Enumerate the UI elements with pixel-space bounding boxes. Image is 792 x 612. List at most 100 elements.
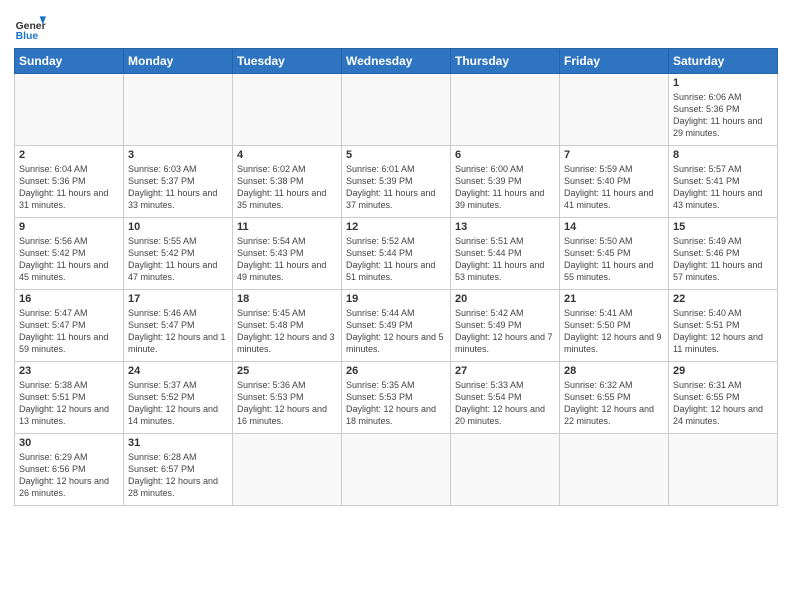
weekday-header-tuesday: Tuesday <box>233 49 342 74</box>
cell-date-number: 26 <box>346 365 446 377</box>
logo: General Blue <box>14 10 46 42</box>
cell-date-number: 18 <box>237 293 337 305</box>
calendar-cell <box>233 74 342 146</box>
calendar-cell: 15 Sunrise: 5:49 AM Sunset: 5:46 PM Dayli… <box>669 218 778 290</box>
cell-date-number: 15 <box>673 221 773 233</box>
cell-sun-info: Sunrise: 6:29 AM Sunset: 6:56 PM Dayligh… <box>19 451 119 500</box>
cell-date-number: 25 <box>237 365 337 377</box>
cell-sun-info: Sunrise: 5:45 AM Sunset: 5:48 PM Dayligh… <box>237 307 337 356</box>
calendar-cell: 23Sunrise: 5:38 AM Sunset: 5:51 PM Dayli… <box>15 362 124 434</box>
weekday-header-thursday: Thursday <box>451 49 560 74</box>
calendar-cell <box>560 434 669 506</box>
cell-date-number: 12 <box>346 221 446 233</box>
calendar-cell <box>560 74 669 146</box>
cell-sun-info: Sunrise: 6:01 AM Sunset: 5:39 PM Dayligh… <box>346 163 446 212</box>
calendar-cell: 16 Sunrise: 5:47 AM Sunset: 5:47 PM Dayli… <box>15 290 124 362</box>
cell-sun-info: Sunrise: 5:37 AM Sunset: 5:52 PM Dayligh… <box>128 379 228 428</box>
calendar-cell: 20Sunrise: 5:42 AM Sunset: 5:49 PM Dayli… <box>451 290 560 362</box>
cell-date-number: 17 <box>128 293 228 305</box>
cell-sun-info: Sunrise: 5:35 AM Sunset: 5:53 PM Dayligh… <box>346 379 446 428</box>
calendar-cell: 17 Sunrise: 5:46 AM Sunset: 5:47 PM Dayli… <box>124 290 233 362</box>
cell-date-number: 22 <box>673 293 773 305</box>
cell-date-number: 9 <box>19 221 119 233</box>
calendar-cell <box>669 434 778 506</box>
weekday-header-wednesday: Wednesday <box>342 49 451 74</box>
svg-text:Blue: Blue <box>16 31 39 42</box>
cell-sun-info: Sunrise: 5:33 AM Sunset: 5:54 PM Dayligh… <box>455 379 555 428</box>
calendar-cell: 11 Sunrise: 5:54 AM Sunset: 5:43 PM Dayli… <box>233 218 342 290</box>
cell-date-number: 1 <box>673 77 773 89</box>
calendar-cell: 4 Sunrise: 6:02 AM Sunset: 5:38 PM Daylig… <box>233 146 342 218</box>
cell-sun-info: Sunrise: 5:51 AM Sunset: 5:44 PM Dayligh… <box>455 235 555 284</box>
calendar-cell: 6 Sunrise: 6:00 AM Sunset: 5:39 PM Daylig… <box>451 146 560 218</box>
cell-sun-info: Sunrise: 5:40 AM Sunset: 5:51 PM Dayligh… <box>673 307 773 356</box>
calendar-cell: 28 Sunrise: 6:32 AM Sunset: 6:55 PM Dayli… <box>560 362 669 434</box>
cell-sun-info: Sunrise: 6:32 AM Sunset: 6:55 PM Dayligh… <box>564 379 664 428</box>
cell-sun-info: Sunrise: 5:56 AM Sunset: 5:42 PM Dayligh… <box>19 235 119 284</box>
cell-sun-info: Sunrise: 6:31 AM Sunset: 6:55 PM Dayligh… <box>673 379 773 428</box>
calendar-cell: 1Sunrise: 6:06 AM Sunset: 5:36 PM Daylig… <box>669 74 778 146</box>
calendar-cell: 9 Sunrise: 5:56 AM Sunset: 5:42 PM Daylig… <box>15 218 124 290</box>
calendar-cell <box>451 74 560 146</box>
calendar-cell: 19Sunrise: 5:44 AM Sunset: 5:49 PM Dayli… <box>342 290 451 362</box>
cell-sun-info: Sunrise: 5:54 AM Sunset: 5:43 PM Dayligh… <box>237 235 337 284</box>
cell-date-number: 27 <box>455 365 555 377</box>
cell-date-number: 6 <box>455 149 555 161</box>
cell-sun-info: Sunrise: 6:02 AM Sunset: 5:38 PM Dayligh… <box>237 163 337 212</box>
calendar-cell: 10 Sunrise: 5:55 AM Sunset: 5:42 PM Dayli… <box>124 218 233 290</box>
cell-sun-info: Sunrise: 5:49 AM Sunset: 5:46 PM Dayligh… <box>673 235 773 284</box>
calendar-cell: 21Sunrise: 5:41 AM Sunset: 5:50 PM Dayli… <box>560 290 669 362</box>
cell-date-number: 30 <box>19 437 119 449</box>
cell-sun-info: Sunrise: 5:57 AM Sunset: 5:41 PM Dayligh… <box>673 163 773 212</box>
cell-date-number: 5 <box>346 149 446 161</box>
calendar-cell: 29 Sunrise: 6:31 AM Sunset: 6:55 PM Dayli… <box>669 362 778 434</box>
cell-sun-info: Sunrise: 5:59 AM Sunset: 5:40 PM Dayligh… <box>564 163 664 212</box>
calendar-cell: 12 Sunrise: 5:52 AM Sunset: 5:44 PM Dayli… <box>342 218 451 290</box>
calendar-cell: 7 Sunrise: 5:59 AM Sunset: 5:40 PM Daylig… <box>560 146 669 218</box>
cell-date-number: 31 <box>128 437 228 449</box>
cell-date-number: 14 <box>564 221 664 233</box>
calendar-cell: 14Sunrise: 5:50 AM Sunset: 5:45 PM Dayli… <box>560 218 669 290</box>
calendar-cell <box>342 434 451 506</box>
calendar-cell: 13 Sunrise: 5:51 AM Sunset: 5:44 PM Dayli… <box>451 218 560 290</box>
calendar-cell: 26 Sunrise: 5:35 AM Sunset: 5:53 PM Dayli… <box>342 362 451 434</box>
cell-date-number: 19 <box>346 293 446 305</box>
calendar-cell: 25 Sunrise: 5:36 AM Sunset: 5:53 PM Dayli… <box>233 362 342 434</box>
cell-sun-info: Sunrise: 6:04 AM Sunset: 5:36 PM Dayligh… <box>19 163 119 212</box>
cell-sun-info: Sunrise: 5:55 AM Sunset: 5:42 PM Dayligh… <box>128 235 228 284</box>
cell-sun-info: Sunrise: 5:42 AM Sunset: 5:49 PM Dayligh… <box>455 307 555 356</box>
cell-date-number: 11 <box>237 221 337 233</box>
cell-sun-info: Sunrise: 5:36 AM Sunset: 5:53 PM Dayligh… <box>237 379 337 428</box>
cell-date-number: 28 <box>564 365 664 377</box>
calendar-cell: 3 Sunrise: 6:03 AM Sunset: 5:37 PM Daylig… <box>124 146 233 218</box>
calendar-cell: 5 Sunrise: 6:01 AM Sunset: 5:39 PM Daylig… <box>342 146 451 218</box>
calendar-cell: 31Sunrise: 6:28 AM Sunset: 6:57 PM Dayli… <box>124 434 233 506</box>
calendar-cell <box>342 74 451 146</box>
calendar-cell <box>451 434 560 506</box>
calendar-cell: 18 Sunrise: 5:45 AM Sunset: 5:48 PM Dayli… <box>233 290 342 362</box>
calendar-cell <box>15 74 124 146</box>
calendar-cell: 24 Sunrise: 5:37 AM Sunset: 5:52 PM Dayli… <box>124 362 233 434</box>
calendar-cell: 2Sunrise: 6:04 AM Sunset: 5:36 PM Daylig… <box>15 146 124 218</box>
cell-date-number: 8 <box>673 149 773 161</box>
cell-date-number: 7 <box>564 149 664 161</box>
cell-date-number: 13 <box>455 221 555 233</box>
cell-date-number: 4 <box>237 149 337 161</box>
cell-date-number: 29 <box>673 365 773 377</box>
cell-sun-info: Sunrise: 5:52 AM Sunset: 5:44 PM Dayligh… <box>346 235 446 284</box>
weekday-header-sunday: Sunday <box>15 49 124 74</box>
cell-sun-info: Sunrise: 5:41 AM Sunset: 5:50 PM Dayligh… <box>564 307 664 356</box>
cell-date-number: 10 <box>128 221 228 233</box>
cell-sun-info: Sunrise: 5:38 AM Sunset: 5:51 PM Dayligh… <box>19 379 119 428</box>
weekday-header-monday: Monday <box>124 49 233 74</box>
cell-sun-info: Sunrise: 5:47 AM Sunset: 5:47 PM Dayligh… <box>19 307 119 356</box>
cell-sun-info: Sunrise: 6:00 AM Sunset: 5:39 PM Dayligh… <box>455 163 555 212</box>
calendar-cell <box>233 434 342 506</box>
weekday-header-friday: Friday <box>560 49 669 74</box>
cell-sun-info: Sunrise: 5:46 AM Sunset: 5:47 PM Dayligh… <box>128 307 228 356</box>
cell-date-number: 24 <box>128 365 228 377</box>
cell-date-number: 3 <box>128 149 228 161</box>
cell-sun-info: Sunrise: 6:03 AM Sunset: 5:37 PM Dayligh… <box>128 163 228 212</box>
calendar-cell: 8 Sunrise: 5:57 AM Sunset: 5:41 PM Daylig… <box>669 146 778 218</box>
cell-date-number: 16 <box>19 293 119 305</box>
